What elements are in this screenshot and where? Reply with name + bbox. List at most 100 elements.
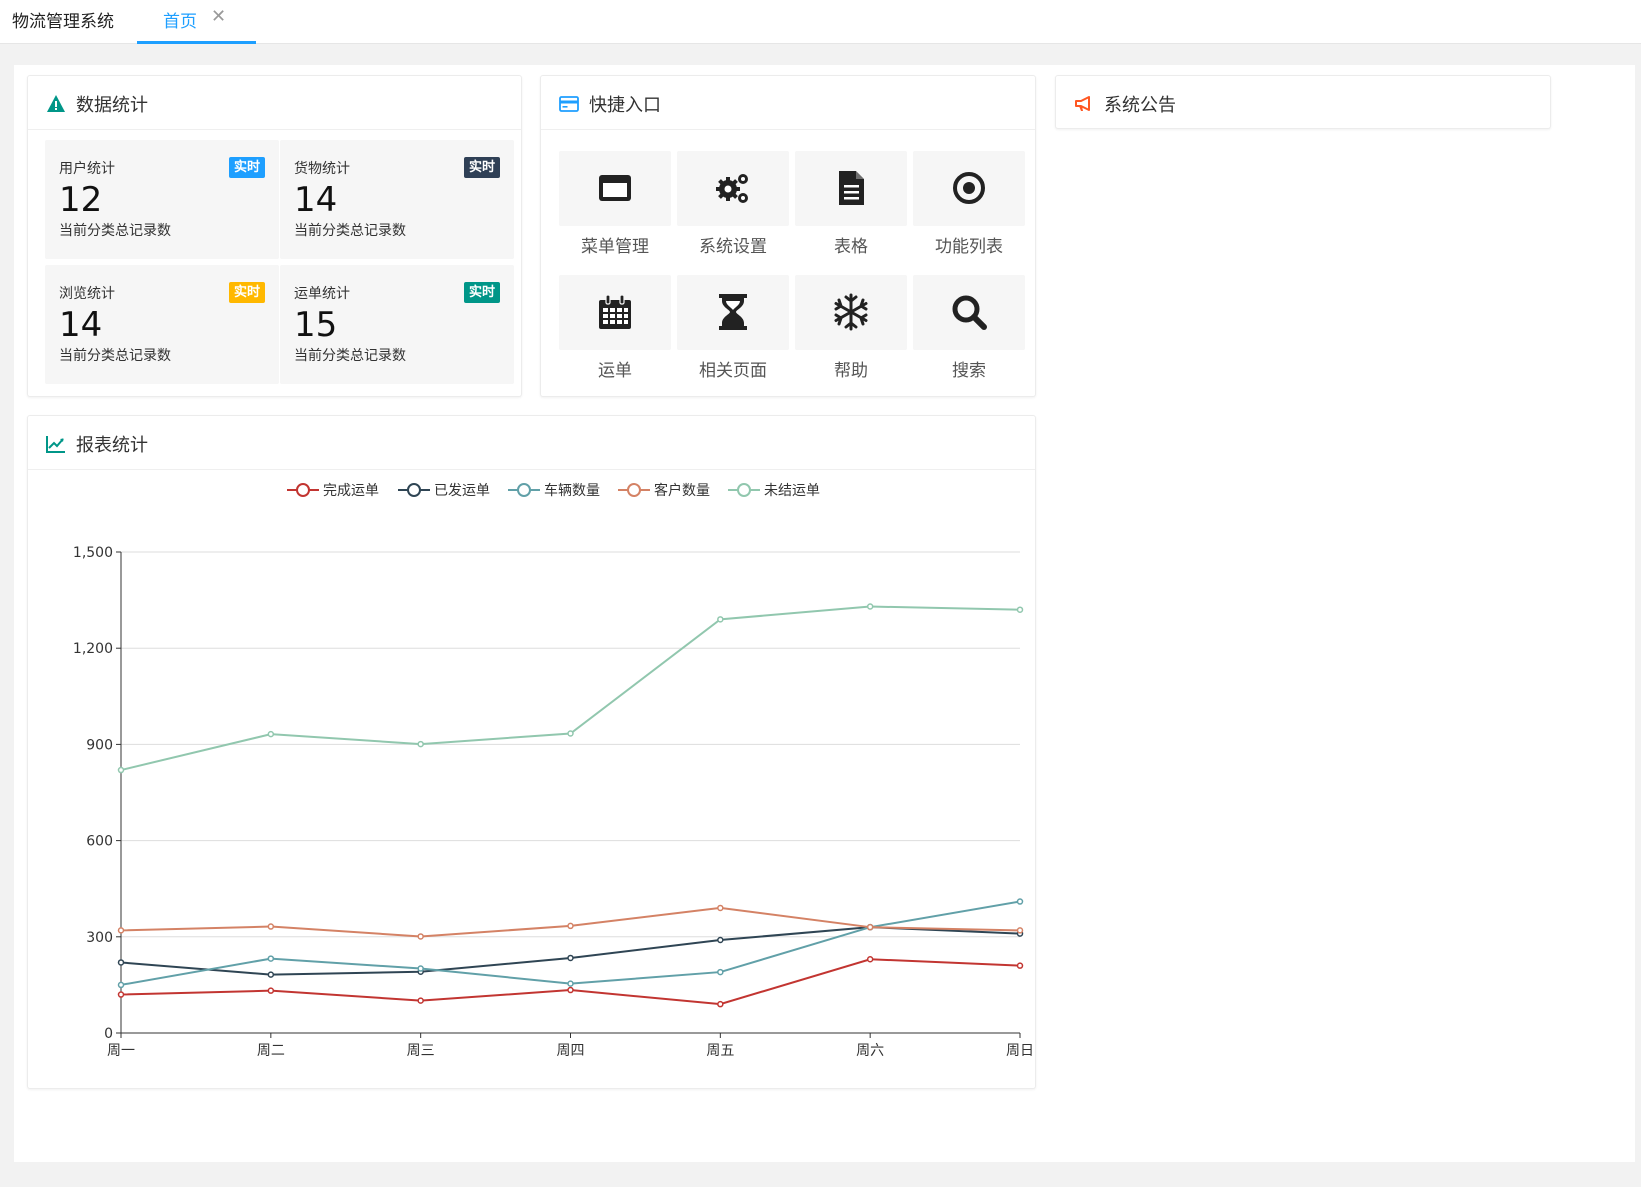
data-point[interactable]: [866, 603, 874, 610]
data-point[interactable]: [267, 987, 275, 994]
quick-entry-dot-circle[interactable]: 功能列表: [913, 151, 1025, 269]
quick-entry-hourglass[interactable]: 相关页面: [677, 275, 789, 393]
data-point[interactable]: [417, 740, 424, 748]
quick-entry-calendar[interactable]: 运单: [559, 275, 671, 393]
snowflake-icon: [834, 293, 868, 331]
data-point[interactable]: [717, 616, 724, 623]
quick-entry-label[interactable]: 功能列表: [913, 232, 1025, 257]
gears-icon: [716, 174, 748, 203]
stat-desc: 当前分类总记录数: [59, 223, 171, 239]
quick-entry-gears[interactable]: 系统设置: [677, 151, 789, 269]
data-point[interactable]: [117, 927, 125, 934]
quick-entry-label[interactable]: 运单: [559, 356, 671, 381]
data-point[interactable]: [267, 955, 275, 962]
data-point[interactable]: [717, 968, 724, 976]
quick-entry-label[interactable]: 帮助: [795, 356, 907, 381]
y-tick-label: 1,500: [73, 545, 113, 561]
document-icon: [839, 171, 864, 205]
data-point[interactable]: [417, 997, 424, 1004]
data-point[interactable]: [567, 730, 574, 737]
tab-close-icon[interactable]: ✕: [211, 6, 226, 27]
realtime-badge: 实时: [463, 282, 500, 303]
quick-entry-label[interactable]: 搜索: [913, 356, 1025, 381]
data-point[interactable]: [717, 1000, 724, 1008]
quick-entry-window[interactable]: 菜单管理: [559, 151, 671, 269]
stat-value: 14: [59, 305, 103, 345]
data-point[interactable]: [717, 936, 724, 944]
app-title: 物流管理系统: [12, 12, 114, 32]
quick-entry-icon-box[interactable]: [913, 151, 1025, 226]
tab-home-label[interactable]: 首页: [163, 7, 197, 32]
data-point[interactable]: [717, 904, 724, 912]
bullhorn-icon: [1075, 96, 1090, 111]
line-chart: 0 300 600 900 1,200 1,500 周一 周二 周三 周四 周五 周六 周日: [73, 545, 1034, 1059]
data-point[interactable]: [866, 923, 874, 931]
quick-entry-label[interactable]: 菜单管理: [559, 232, 671, 257]
realtime-badge: 实时: [228, 282, 265, 303]
quick-entry-search[interactable]: 搜索: [913, 275, 1025, 393]
report-card: 报表统计 完成运单 已发运单 车辆数量 客户数量 未结运单 0 300 600 900 1,20…: [27, 415, 1036, 1089]
stats-card-header: 数据统计: [28, 76, 521, 130]
data-point[interactable]: [1016, 962, 1024, 969]
tab-home[interactable]: 首页 ✕: [137, 0, 256, 44]
search-icon: [952, 295, 987, 330]
quick-entry-icon-box[interactable]: [677, 275, 789, 350]
notice-card-header: 系统公告: [1056, 76, 1550, 130]
y-tick-label: 1,200: [73, 641, 113, 657]
quick-entry-icon-box[interactable]: [677, 151, 789, 226]
stat-name: 浏览统计: [59, 286, 115, 302]
quick-entry-icon-box[interactable]: [795, 151, 907, 226]
quick-entry-document[interactable]: 表格: [795, 151, 907, 269]
quick-entry-card: 快捷入口 菜单管理 系统设置 表格 功能列表运单 相关页面 帮助 搜索: [540, 75, 1036, 397]
stats-card: 数据统计 用户统计 实时 12 当前分类总记录数 货物统计 实时 14 当前分类总记录数 浏览统…: [27, 75, 522, 397]
quick-entry-icon-box[interactable]: [795, 275, 907, 350]
stat-name: 用户统计: [59, 161, 115, 177]
quick-entry-label[interactable]: 表格: [795, 232, 907, 257]
data-point[interactable]: [267, 923, 275, 930]
x-tick-label: 周一: [107, 1043, 135, 1059]
quick-entry-icon-box[interactable]: [559, 151, 671, 226]
x-tick-label: 周五: [706, 1043, 734, 1059]
data-point[interactable]: [417, 965, 424, 972]
data-point[interactable]: [1016, 927, 1024, 934]
data-point[interactable]: [117, 991, 125, 998]
x-tick-label: 周四: [557, 1043, 585, 1059]
x-tick-label: 周六: [856, 1043, 884, 1059]
data-point[interactable]: [567, 922, 574, 930]
data-point[interactable]: [117, 766, 125, 774]
x-tick-label: 周二: [257, 1043, 285, 1059]
data-point[interactable]: [117, 981, 125, 989]
quick-entry-icon-box[interactable]: [913, 275, 1025, 350]
data-point[interactable]: [866, 955, 874, 963]
stats-card-title: 数据统计: [76, 95, 148, 116]
quick-entry-label[interactable]: 系统设置: [677, 232, 789, 257]
data-point[interactable]: [1016, 898, 1024, 905]
data-point[interactable]: [567, 980, 574, 987]
y-tick-label: 600: [86, 834, 113, 850]
window-icon: [599, 175, 631, 201]
hourglass-icon: [719, 294, 747, 330]
quick-entry-snowflake[interactable]: 帮助: [795, 275, 907, 393]
stat-box: 浏览统计 实时 14 当前分类总记录数: [45, 265, 279, 384]
warning-icon: [47, 95, 65, 112]
x-tick-label: 周三: [407, 1043, 435, 1059]
data-point[interactable]: [267, 730, 275, 738]
quick-entry-label[interactable]: 相关页面: [677, 356, 789, 381]
data-point[interactable]: [1016, 606, 1024, 613]
series-line: [120, 906, 1021, 938]
quick-entry-icon-box[interactable]: [559, 275, 671, 350]
stat-desc: 当前分类总记录数: [294, 223, 406, 239]
dot-circle-icon: [953, 172, 985, 204]
credit-card-icon: [559, 96, 579, 112]
x-tick-label: 周日: [1006, 1043, 1034, 1059]
data-point[interactable]: [417, 933, 424, 940]
stat-name: 货物统计: [294, 161, 350, 177]
quick-entry-title: 快捷入口: [589, 95, 661, 116]
notice-card: 系统公告: [1055, 75, 1551, 129]
series-line: [120, 926, 1021, 976]
data-point[interactable]: [567, 986, 574, 994]
data-point[interactable]: [117, 959, 125, 966]
y-tick-label: 0: [104, 1026, 113, 1042]
data-point[interactable]: [567, 954, 574, 962]
data-point[interactable]: [267, 971, 275, 978]
